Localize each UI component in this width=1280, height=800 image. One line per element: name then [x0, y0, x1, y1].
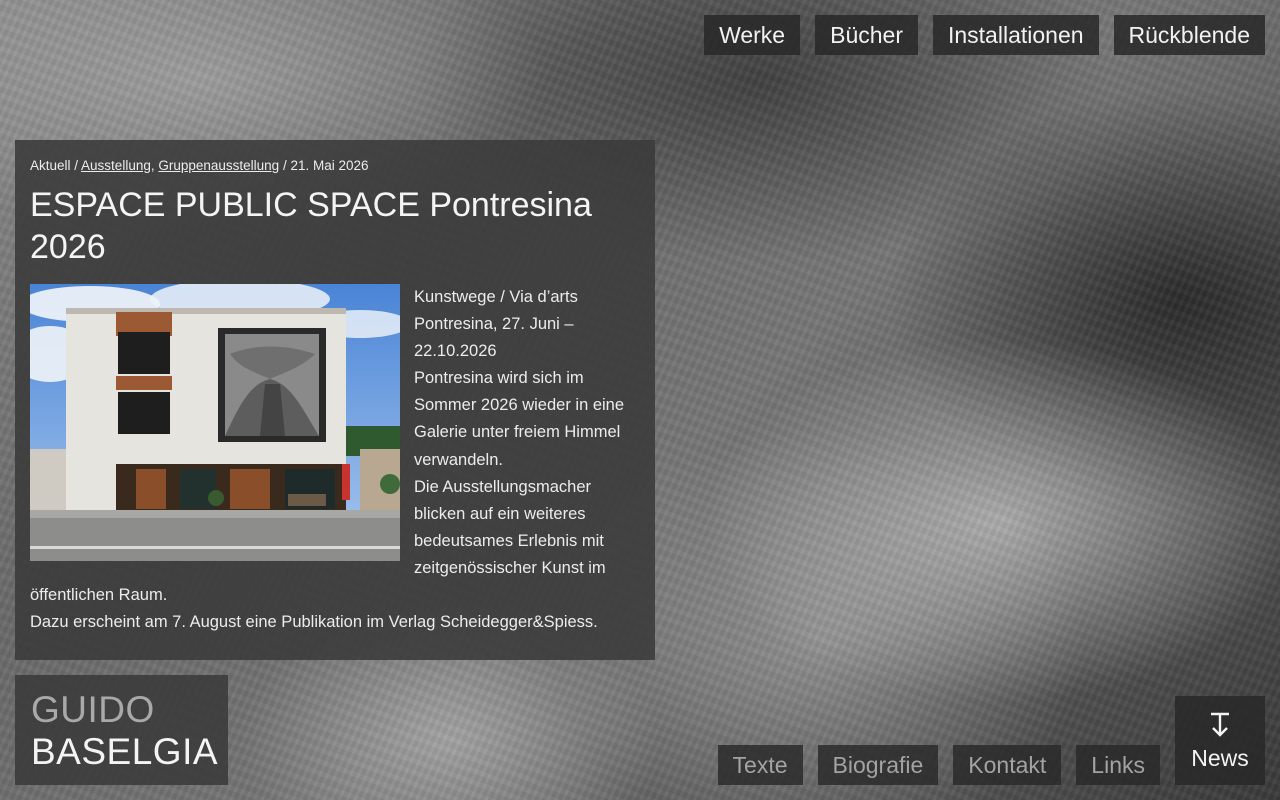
nav-texte[interactable]: Texte: [717, 745, 803, 785]
breadcrumb-separator: /: [279, 158, 291, 173]
post-title: ESPACE PUBLIC SPACE Pontresina 2026: [30, 186, 592, 266]
nav-buecher[interactable]: Bücher: [815, 15, 918, 55]
post-paragraph-2: Pontresina wird sich im Sommer 2026 wied…: [414, 369, 625, 469]
site-logo[interactable]: GUIDO BASELGIA: [15, 675, 228, 785]
nav-werke[interactable]: Werke: [704, 15, 801, 55]
news-label: News: [1191, 745, 1249, 771]
breadcrumb-section: Aktuell: [30, 158, 71, 173]
exhibition-photo[interactable]: [30, 284, 400, 561]
news-button[interactable]: News: [1175, 696, 1265, 785]
nav-rueckblende[interactable]: Rückblende: [1113, 15, 1265, 55]
bottom-navigation: Texte Biografie Kontakt Links: [717, 745, 1160, 785]
breadcrumb: Aktuell / Ausstellung, Gruppenausstellun…: [30, 156, 640, 176]
nav-installationen[interactable]: Installationen: [932, 15, 1099, 55]
top-navigation: Werke Bücher Installationen Rückblende: [704, 15, 1265, 55]
post-paragraph-4: Dazu erscheint am 7. August eine Publika…: [30, 613, 598, 632]
post-paragraph-1: Kunstwege / Via d’arts Pontresina, 27. J…: [414, 288, 578, 361]
post-date: 21. Mai 2026: [290, 158, 369, 173]
category-link-gruppenausstellung[interactable]: Gruppenausstellung: [158, 158, 279, 173]
nav-biografie[interactable]: Biografie: [817, 745, 939, 785]
arrow-down-to-line-icon: [1211, 712, 1229, 737]
breadcrumb-separator: /: [70, 158, 82, 173]
nav-links[interactable]: Links: [1076, 745, 1160, 785]
nav-kontakt[interactable]: Kontakt: [953, 745, 1062, 785]
news-post-card: Aktuell / Ausstellung, Gruppenausstellun…: [15, 140, 655, 660]
logo-first-name: GUIDO: [31, 689, 155, 730]
logo-last-name: BASELGIA: [31, 731, 219, 772]
post-body: Kunstwege / Via d’arts Pontresina, 27. J…: [30, 284, 640, 636]
category-link-ausstellung[interactable]: Ausstellung: [81, 158, 151, 173]
